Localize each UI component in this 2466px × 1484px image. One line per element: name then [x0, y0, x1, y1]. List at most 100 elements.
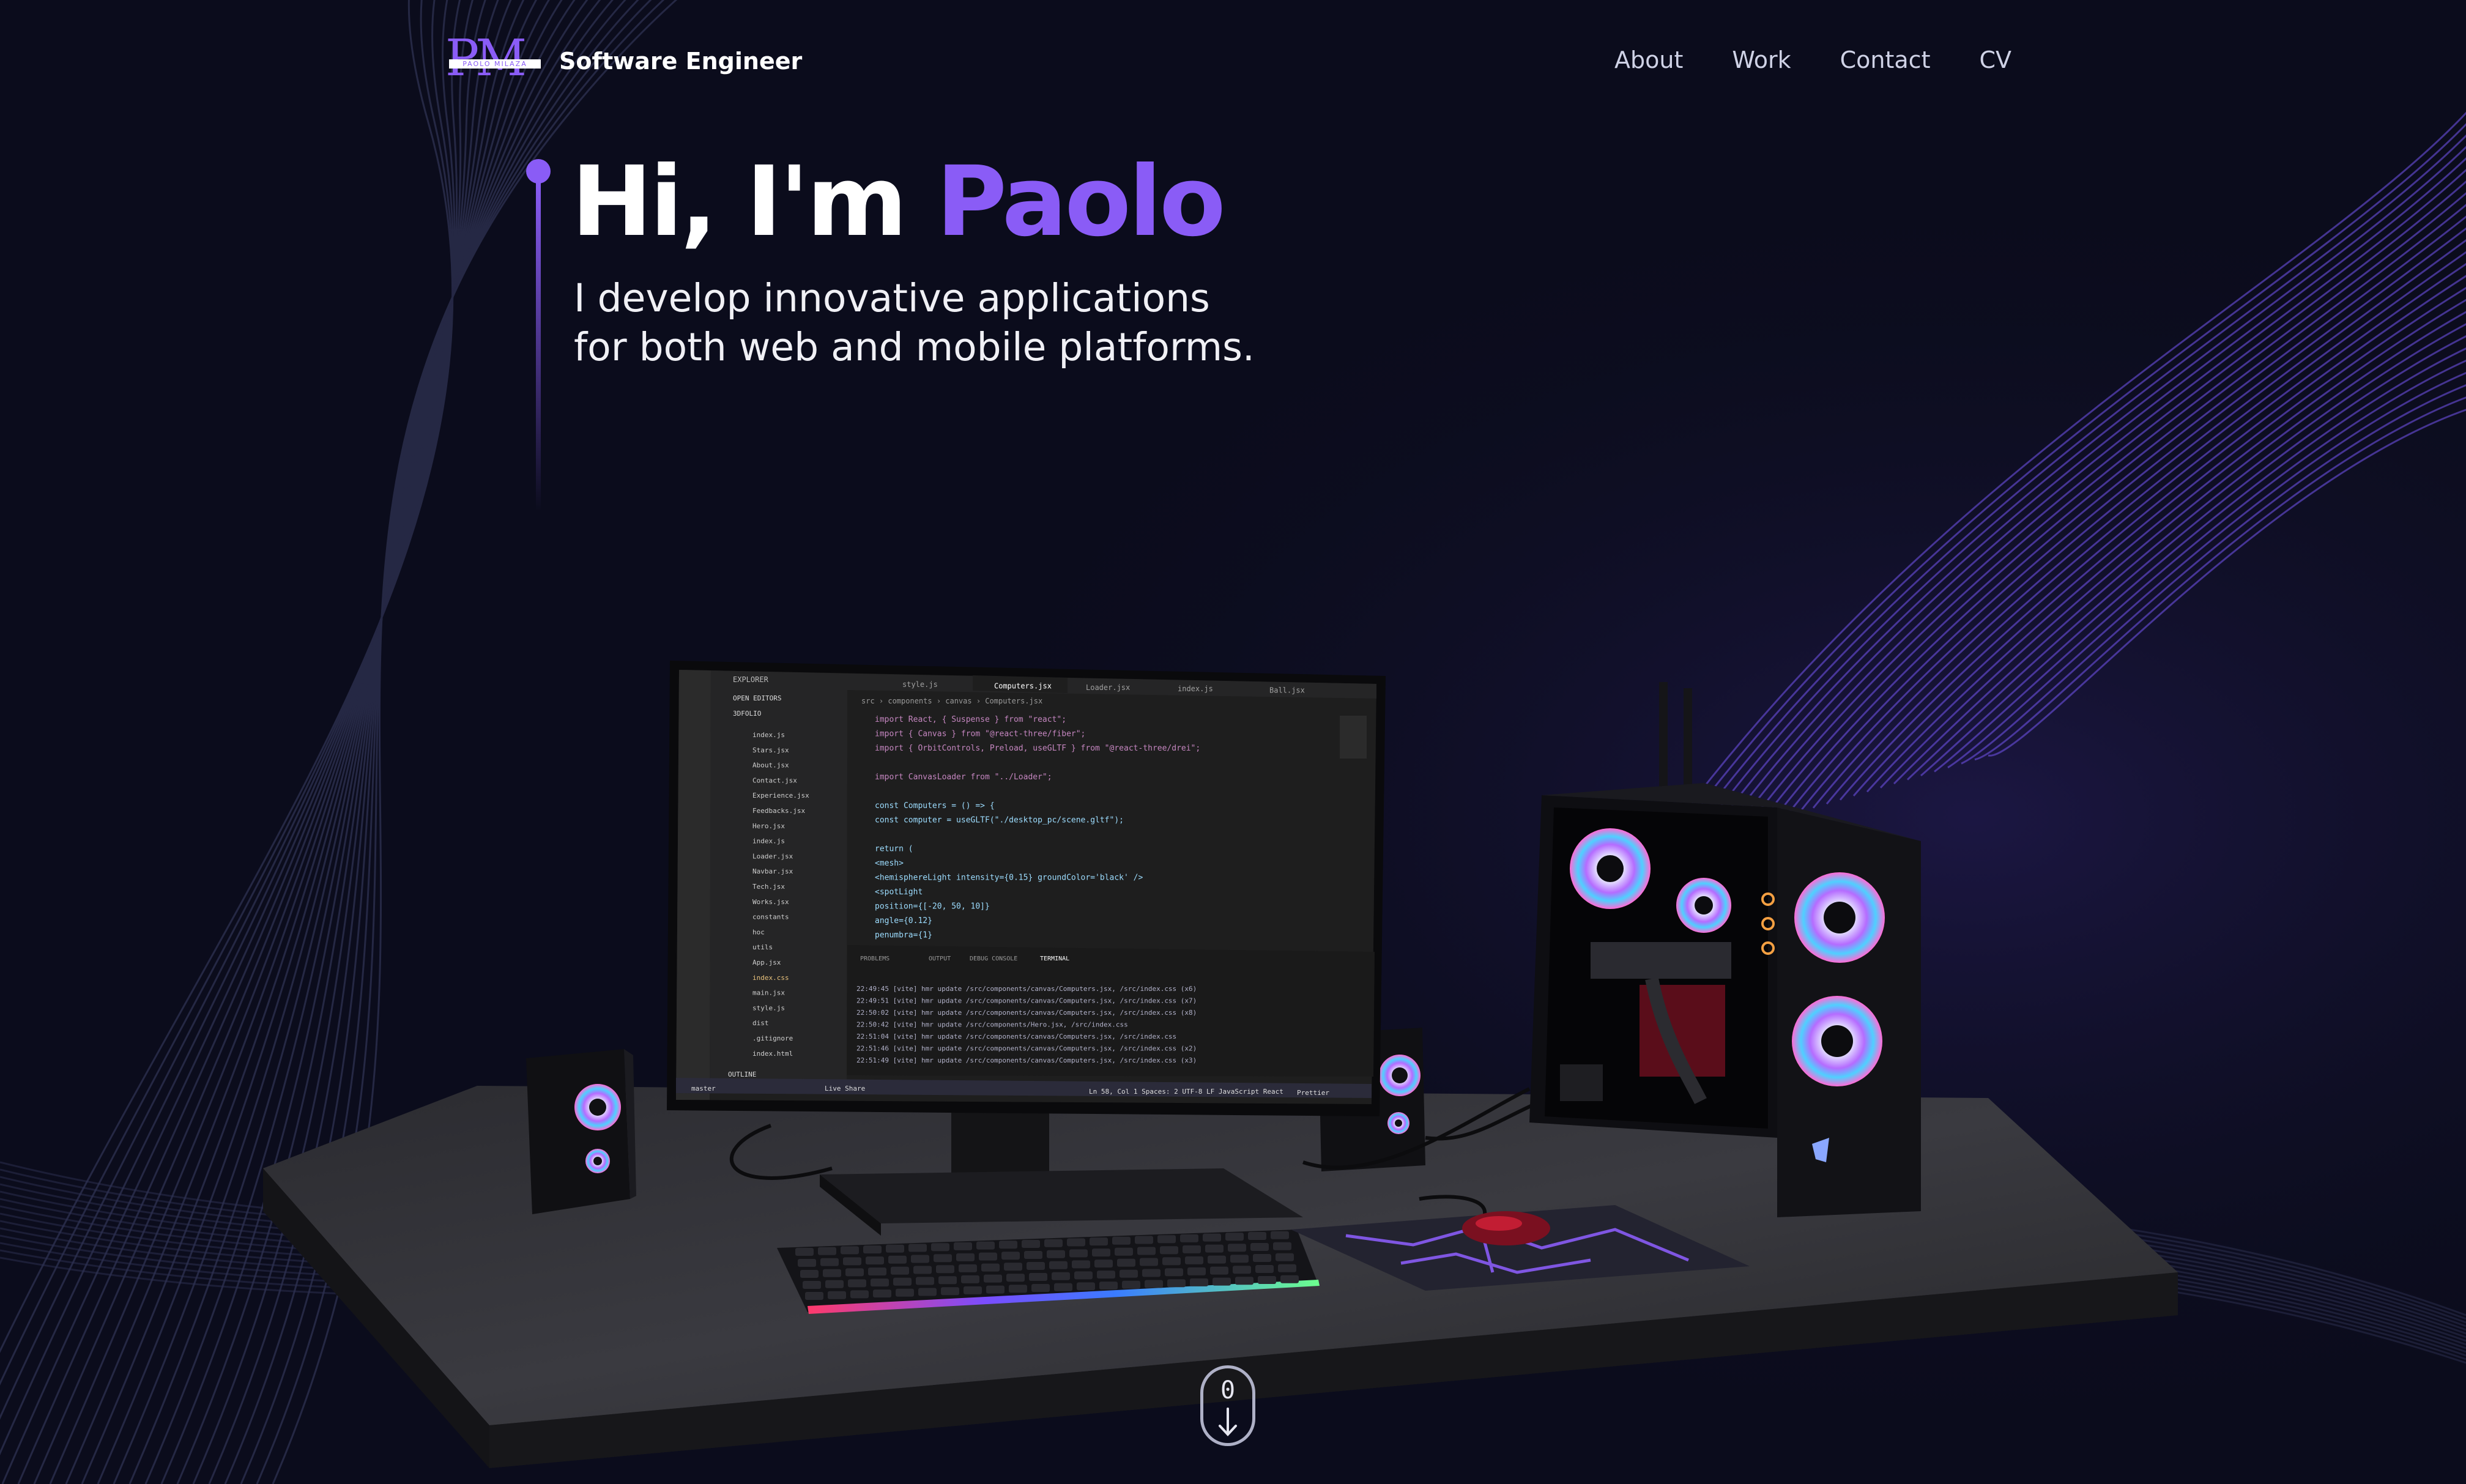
keyboard-key — [1273, 1242, 1291, 1250]
keyboard-key — [871, 1278, 889, 1287]
editor-tab[interactable]: Loader.jsx — [1086, 683, 1130, 692]
keyboard-key — [1001, 1252, 1020, 1260]
keyboard-key — [866, 1256, 884, 1265]
keyboard-key — [1092, 1248, 1110, 1257]
file-item[interactable]: App.jsx — [752, 959, 781, 966]
panel-tab[interactable]: TERMINAL — [1040, 955, 1069, 962]
keyboard-key — [1069, 1249, 1088, 1258]
file-item[interactable]: Hero.jsx — [752, 822, 785, 830]
file-item[interactable]: .gitignore — [752, 1034, 793, 1042]
keyboard-key — [825, 1280, 844, 1288]
keyboard-key — [918, 1288, 937, 1296]
keyboard-key — [1077, 1282, 1095, 1291]
keyboard-key — [1031, 1284, 1050, 1292]
keyboard-key — [818, 1247, 836, 1255]
keyboard-key — [1183, 1245, 1201, 1253]
keyboard-key — [1208, 1255, 1226, 1264]
file-item[interactable]: dist — [752, 1019, 769, 1027]
keyboard-key — [1165, 1268, 1183, 1277]
code-line: <hemisphereLight intensity={0.15} ground… — [875, 874, 1143, 883]
file-item[interactable]: Works.jsx — [752, 898, 789, 906]
file-item[interactable]: main.jsx — [752, 989, 785, 997]
file-item[interactable]: About.jsx — [752, 762, 789, 770]
keyboard-key — [938, 1276, 957, 1285]
keyboard-key — [976, 1241, 995, 1250]
keyboard-key — [1072, 1260, 1090, 1269]
keyboard-key — [1271, 1231, 1289, 1239]
panel-tab[interactable]: PROBLEMS — [860, 955, 889, 962]
status-live-share[interactable]: Live Share — [825, 1085, 865, 1093]
keyboard-key — [805, 1292, 823, 1300]
open-editors-label[interactable]: OPEN EDITORS — [733, 694, 781, 702]
keyboard-key — [845, 1268, 864, 1277]
keyboard-key — [913, 1266, 932, 1274]
keyboard-key — [1230, 1255, 1249, 1263]
keyboard-key — [820, 1258, 839, 1266]
keyboard-key — [931, 1243, 949, 1252]
code-line: <spotLight — [875, 888, 923, 897]
keyboard-key — [1067, 1238, 1085, 1247]
file-item[interactable]: style.js — [752, 1004, 785, 1012]
keyboard-key — [893, 1277, 912, 1286]
status-prettier[interactable]: Prettier — [1297, 1089, 1329, 1097]
keyboard-key — [1009, 1285, 1027, 1293]
file-item[interactable]: Loader.jsx — [752, 852, 793, 860]
panel-tab[interactable]: OUTPUT — [929, 955, 951, 962]
keyboard-key — [1233, 1266, 1251, 1274]
keyboard-key — [1004, 1263, 1022, 1271]
mouse — [1462, 1211, 1550, 1245]
keyboard-key — [1140, 1258, 1158, 1266]
editor-tab[interactable]: style.js — [902, 680, 938, 689]
outline-label[interactable]: OUTLINE — [728, 1070, 756, 1078]
project-folder[interactable]: 3DFOLIO — [733, 710, 761, 718]
code-line: const computer = useGLTF("./desktop_pc/s… — [875, 816, 1124, 825]
keyboard-key — [981, 1263, 1000, 1272]
file-item[interactable]: index.css — [752, 974, 789, 982]
keyboard-key — [803, 1281, 821, 1289]
editor-tab[interactable]: Ball.jsx — [1269, 686, 1305, 695]
keyboard-key — [1187, 1267, 1206, 1275]
keyboard-key — [1115, 1247, 1133, 1256]
keyboard-key — [986, 1285, 1005, 1294]
keyboard-key — [911, 1255, 929, 1263]
keyboard-key — [1120, 1269, 1138, 1278]
keyboard-key — [1044, 1239, 1063, 1247]
file-item[interactable]: Tech.jsx — [752, 883, 785, 891]
status-branch[interactable]: master — [691, 1085, 716, 1093]
file-item[interactable]: index.js — [752, 837, 785, 845]
panel-tab[interactable]: DEBUG CONSOLE — [970, 955, 1017, 962]
code-line: <mesh> — [875, 859, 904, 868]
keyboard-key — [1135, 1236, 1153, 1244]
keyboard-key — [1210, 1266, 1228, 1275]
file-item[interactable]: index.js — [752, 731, 785, 739]
keyboard-key — [886, 1244, 904, 1253]
file-item[interactable]: Navbar.jsx — [752, 867, 793, 875]
file-item[interactable]: hoc — [752, 928, 765, 936]
keyboard-key — [1213, 1277, 1231, 1286]
file-item[interactable]: utils — [752, 943, 773, 951]
keyboard-key — [1157, 1235, 1176, 1244]
terminal-line: 22:51:46 [vite] hmr update /src/componen… — [856, 1045, 1197, 1053]
file-item[interactable]: index.html — [752, 1050, 793, 1058]
editor-tab[interactable]: index.js — [1178, 684, 1213, 693]
file-item[interactable]: Feedbacks.jsx — [752, 807, 805, 815]
keyboard-key — [956, 1253, 975, 1261]
keyboard-key — [873, 1289, 891, 1298]
terminal-line: 22:49:51 [vite] hmr update /src/componen… — [856, 997, 1197, 1005]
code-line: import { OrbitControls, Preload, useGLTF… — [875, 744, 1200, 753]
terminal-line: 22:51:49 [vite] hmr update /src/componen… — [856, 1056, 1197, 1064]
code-line: import React, { Suspense } from "react"; — [875, 715, 1066, 724]
file-item[interactable]: Experience.jsx — [752, 792, 809, 800]
keyboard-key — [850, 1290, 869, 1299]
file-item[interactable]: Stars.jsx — [752, 746, 789, 754]
keyboard-key — [1255, 1265, 1274, 1273]
scroll-down-button[interactable]: 0 — [1200, 1365, 1255, 1446]
keyboard-key — [979, 1252, 997, 1261]
terminal-line: 22:49:45 [vite] hmr update /src/componen… — [856, 985, 1197, 993]
file-item[interactable]: Contact.jsx — [752, 776, 797, 784]
editor-tab[interactable]: Computers.jsx — [994, 681, 1052, 690]
keyboard-key — [1203, 1233, 1221, 1242]
desk-scene-3d[interactable]: EXPLORER OPEN EDITORS 3DFOLIO index.js St… — [0, 0, 2466, 1484]
file-item[interactable]: constants — [752, 913, 789, 921]
keyboard-key — [936, 1265, 954, 1274]
